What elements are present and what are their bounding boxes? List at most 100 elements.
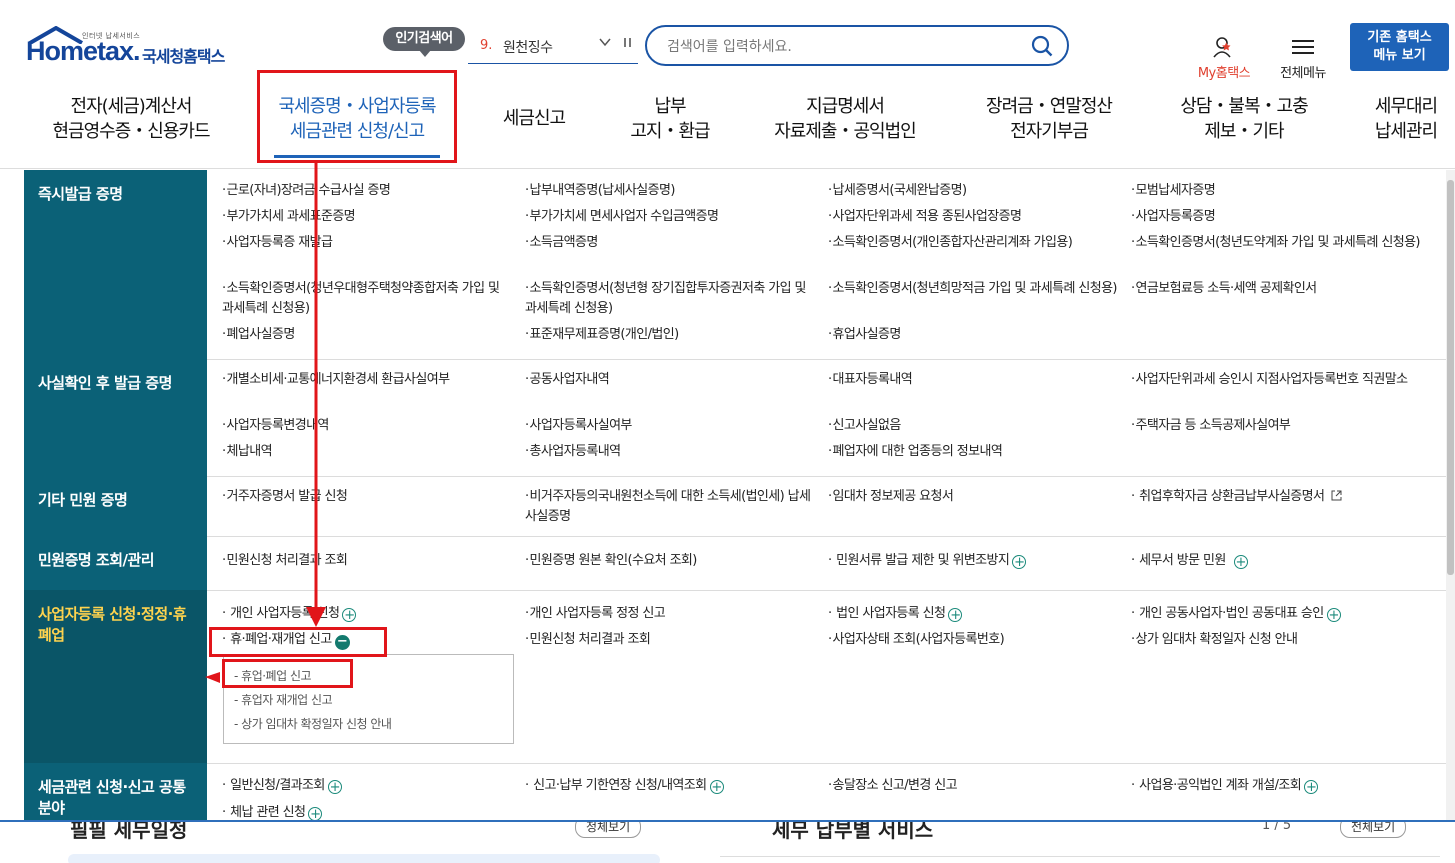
all-menu-label: 전체메뉴 xyxy=(1280,66,1326,81)
popular-search-ticker[interactable]: 9. 원천징수 xyxy=(468,33,638,64)
menu-link[interactable]: 폐업사실증명 xyxy=(222,325,512,345)
menu-link[interactable]: 부가가치세 과세표준증명 xyxy=(222,207,512,227)
menu-link[interactable]: 연금보험료등 소득·세액 공제확인서 xyxy=(1131,279,1421,299)
menu-link[interactable]: 임대차 정보제공 요청서 xyxy=(828,487,1118,507)
gnb-item-payment[interactable]: 납부 고지・환급 xyxy=(620,94,720,154)
gnb-item-incentive[interactable]: 장려금・연말정산 전자기부금 xyxy=(975,94,1123,154)
menu-link[interactable]: 개별소비세·교통에너지환경세 환급사실여부 xyxy=(222,370,512,390)
menu-link[interactable]: 납부내역증명(납세사실증명) xyxy=(525,181,815,201)
menu-link-expandable[interactable]: 세무서 방문 민원 + xyxy=(1131,551,1421,571)
menu-link[interactable]: 납세증명서(국세완납증명) xyxy=(828,181,1118,201)
menu-link[interactable]: 폐업자에 대한 업종등의 정보내역 xyxy=(828,442,1118,462)
menu-link[interactable]: 비거주자등의국내원천소득에 대한 소득세(법인세) 납세사실증명 xyxy=(525,487,815,527)
gnb-item-certificate[interactable]: 국세증명・사업자등록 세금관련 신청/신고 xyxy=(264,94,450,158)
category-business-registration[interactable]: 사업자등록 신청·정정·휴폐업 xyxy=(24,590,207,763)
plus-icon[interactable]: + xyxy=(327,780,342,794)
menu-link-expanded[interactable]: 휴·폐업·재개업 신고− xyxy=(222,630,512,650)
popular-rank-number: 9. xyxy=(480,38,493,53)
menu-link[interactable]: 민원신청 처리결과 조회 xyxy=(525,630,815,650)
menu-link[interactable]: 체납내역 xyxy=(222,442,512,462)
submenu-link-reopen[interactable]: - 휴업자 재개업 신고 xyxy=(234,691,333,708)
menu-link[interactable]: 사업자단위과세 적용 종된사업장증명 xyxy=(828,207,1118,227)
plus-icon[interactable]: + xyxy=(709,780,724,794)
minus-icon[interactable]: − xyxy=(334,635,350,650)
plus-icon[interactable]: + xyxy=(948,608,963,622)
menu-link-expandable[interactable]: 일반신청/결과조회+ xyxy=(222,776,512,796)
menu-link[interactable]: 사업자등록변경내역 xyxy=(222,416,512,436)
all-menu-button[interactable]: 전체메뉴 xyxy=(1275,36,1331,81)
menu-link-label: 체납 관련 신청 xyxy=(230,805,306,820)
menu-link[interactable]: 신고사실없음 xyxy=(828,416,1118,436)
view-all-schedule-button[interactable]: 정체보기 xyxy=(575,822,642,838)
menu-link[interactable]: 부가가치세 면세사업자 수입금액증명 xyxy=(525,207,815,227)
menu-link-expandable[interactable]: 민원서류 발급 제한 및 위변조방지+ xyxy=(828,551,1118,571)
submenu-link-lease-date[interactable]: - 상가 임대차 확정일자 신청 안내 xyxy=(234,715,392,732)
menu-link[interactable]: 사업자상태 조회(사업자등록번호) xyxy=(828,630,1118,650)
search-icon[interactable] xyxy=(1031,35,1053,57)
gnb-line1: 상담・불복・고충 xyxy=(1180,96,1308,117)
menu-link[interactable]: 사업자등록사실여부 xyxy=(525,416,815,436)
menu-link[interactable]: 개인 사업자등록 정정 신고 xyxy=(525,604,815,624)
gnb-item-einvoice[interactable]: 전자(세금)계산서 현금영수증・신용카드 xyxy=(45,94,217,154)
menu-link-label: 개인 사업자등록 신청 xyxy=(230,606,340,621)
plus-icon[interactable]: + xyxy=(1233,555,1248,569)
menu-link[interactable]: 상가 임대차 확정일자 신청 안내 xyxy=(1131,630,1421,650)
menu-link[interactable]: 주택자금 등 소득공제사실여부 xyxy=(1131,416,1421,436)
menu-link[interactable]: 거주자증명서 발급 신청 xyxy=(222,487,512,507)
menu-link[interactable]: 민원신청 처리결과 조회 xyxy=(222,551,512,571)
plus-icon[interactable]: + xyxy=(1326,608,1341,622)
menu-link-expandable[interactable]: 개인 공동사업자·법인 공동대표 승인+ xyxy=(1131,604,1421,624)
menu-link[interactable]: 대표자등록내역 xyxy=(828,370,1118,390)
menu-link[interactable]: 모범납세자증명 xyxy=(1131,181,1421,201)
submenu-link-closure[interactable]: - 휴업·폐업 신고 xyxy=(234,667,312,684)
legacy-menu-button[interactable]: 기존 홈택스 메뉴 보기 xyxy=(1350,23,1449,71)
gnb-item-tax-return[interactable]: 세금신고 xyxy=(494,94,574,154)
menu-link[interactable]: 민원증명 원본 확인(수요처 조회) xyxy=(525,551,815,571)
category-other-cert[interactable]: 기타 민원 증명 xyxy=(24,476,207,536)
popular-search-term[interactable]: 원천징수 xyxy=(503,37,553,57)
gnb-item-payment-statement[interactable]: 지급명세서 자료제출・공익법인 xyxy=(765,94,925,154)
menu-link[interactable]: 소득확인증명서(청년도약계좌 가입 및 과세특례 신청용) xyxy=(1131,233,1421,253)
menu-link[interactable]: 사업자단위과세 승인시 지점사업자등록번호 직권말소 xyxy=(1131,370,1421,390)
menu-link-expandable[interactable]: 사업용·공익법인 계좌 개설/조회+ xyxy=(1131,776,1421,796)
menu-link[interactable]: 공동사업자내역 xyxy=(525,370,815,390)
category-cert-management[interactable]: 민원증명 조회/관리 xyxy=(24,536,207,590)
menu-link[interactable]: 근로(자녀)장려금 수급사실 증명 xyxy=(222,181,512,201)
search-input[interactable] xyxy=(665,35,1009,59)
menu-link[interactable]: 소득확인증명서(청년희망적금 가입 및 과세특례 신청용) xyxy=(828,279,1118,299)
view-all-button[interactable]: 전체보기 xyxy=(1340,822,1407,838)
menu-link[interactable]: 소득확인증명서(청년우대형주택청약종합저축 가입 및 과세특례 신청용) xyxy=(222,279,512,319)
menu-link[interactable]: 총사업자등록내역 xyxy=(525,442,815,462)
menu-link[interactable]: 사업자등록증명 xyxy=(1131,207,1421,227)
plus-icon[interactable]: + xyxy=(1012,555,1027,569)
menu-link-expandable[interactable]: 개인 사업자등록 신청+ xyxy=(222,604,512,624)
scrollbar-thumb[interactable] xyxy=(1447,180,1454,575)
menu-link[interactable]: 휴업사실증명 xyxy=(828,325,1118,345)
gnb-item-tax-agent[interactable]: 세무대리 납세관리 xyxy=(1366,94,1446,154)
gnb-item-consult[interactable]: 상담・불복・고충 제보・기타 xyxy=(1168,94,1320,154)
menu-link[interactable]: 소득금액증명 xyxy=(525,233,815,253)
scrollbar[interactable] xyxy=(1446,170,1455,820)
category-verified-cert[interactable]: 사실확인 후 발급 증명 xyxy=(24,359,207,476)
hometax-logo[interactable]: 인터넷 납세서비스 Hometax. 국세청홈택스 xyxy=(26,24,241,72)
plus-icon[interactable]: + xyxy=(1304,780,1319,794)
menu-link[interactable]: 소득확인증명서(개인종합자산관리계좌 가입용) xyxy=(828,233,1118,253)
pause-icon[interactable] xyxy=(623,36,633,52)
menu-link-expandable[interactable]: 법인 사업자등록 신청+ xyxy=(828,604,1118,624)
menu-link-expandable[interactable]: 신고·납부 기한연장 신청/내역조회+ xyxy=(525,776,815,796)
gnb-line2: 고지・환급 xyxy=(630,121,710,142)
chevron-down-icon[interactable] xyxy=(598,35,612,53)
menu-row-tax-common: 세금관련 신청·신고 공통분야 일반신청/결과조회+ 신고·납부 기한연장 신청… xyxy=(24,763,1446,820)
plus-icon[interactable]: + xyxy=(308,807,323,820)
category-instant-cert[interactable]: 즉시발급 증명 xyxy=(24,170,207,359)
plus-icon[interactable]: + xyxy=(342,608,357,622)
category-tax-common[interactable]: 세금관련 신청·신고 공통분야 xyxy=(24,763,207,820)
menu-link-external[interactable]: 취업후학자금 상환금납부사실증명서 xyxy=(1131,487,1421,507)
my-hometax-button[interactable]: My홈택스 xyxy=(1192,36,1256,81)
menu-link[interactable]: 사업자등록증 재발급 xyxy=(222,233,512,253)
menu-link[interactable]: 송달장소 신고/변경 신고 xyxy=(828,776,1118,796)
menu-link[interactable]: 표준재무제표증명(개인/법인) xyxy=(525,325,815,345)
menu-link-expandable[interactable]: 체납 관련 신청+ xyxy=(222,803,512,820)
popular-search-badge: 인기검색어 xyxy=(383,27,465,57)
menu-link[interactable]: 소득확인증명서(청년형 장기집합투자증권저축 가입 및 과세특례 신청용) xyxy=(525,279,815,319)
